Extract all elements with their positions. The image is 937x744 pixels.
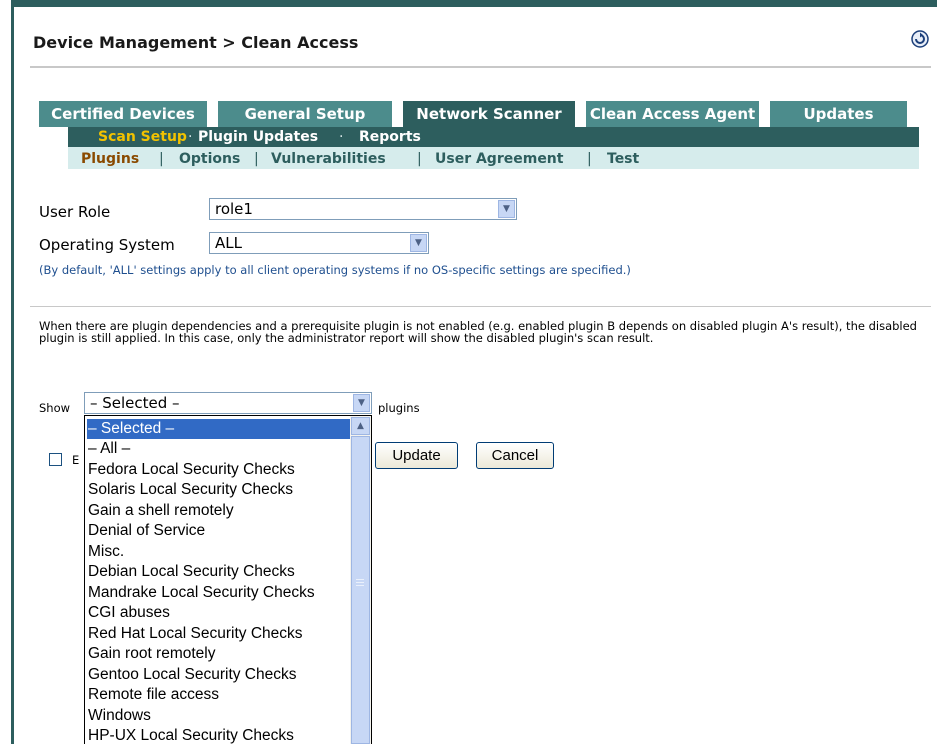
subnav-bar: Scan Setup · Plugin Updates · Reports bbox=[68, 127, 919, 147]
scrollbar-grip bbox=[356, 579, 364, 580]
plugin-filter-dropdown[interactable]: – Selected – – All – Fedora Local Securi… bbox=[84, 415, 372, 744]
tab-general-setup[interactable]: General Setup bbox=[218, 101, 392, 127]
section-divider bbox=[30, 306, 931, 307]
subsubnav-options[interactable]: Options bbox=[179, 151, 240, 167]
scroll-up-icon[interactable]: ▲ bbox=[351, 417, 370, 435]
dependency-note: When there are plugin dependencies and a… bbox=[39, 319, 917, 345]
chevron-down-icon[interactable]: ▼ bbox=[498, 200, 515, 218]
plugin-filter-select[interactable]: – Selected – ▼ bbox=[84, 392, 372, 414]
update-button[interactable]: Update bbox=[375, 442, 458, 469]
dropdown-option[interactable]: Gain root remotely bbox=[87, 644, 354, 664]
checkbox-label: E bbox=[72, 453, 80, 467]
scrollbar-grip bbox=[356, 585, 364, 586]
dropdown-option[interactable]: Debian Local Security Checks bbox=[87, 562, 354, 582]
enable-checkbox[interactable] bbox=[49, 453, 62, 466]
dropdown-option[interactable]: HP-UX Local Security Checks bbox=[87, 726, 354, 744]
subsubnav-vulnerabilities[interactable]: Vulnerabilities bbox=[271, 151, 386, 167]
subsubnav-separator: | bbox=[159, 151, 164, 167]
subnav-reports[interactable]: Reports bbox=[359, 129, 421, 145]
scrollbar-grip bbox=[356, 582, 364, 583]
page-title: Device Management > Clean Access bbox=[33, 33, 359, 52]
top-strip bbox=[14, 0, 937, 7]
left-border bbox=[11, 0, 14, 744]
dropdown-option[interactable]: Solaris Local Security Checks bbox=[87, 480, 354, 500]
subsubnav-test[interactable]: Test bbox=[607, 151, 639, 167]
tab-clean-access-agent[interactable]: Clean Access Agent bbox=[586, 101, 759, 127]
os-label: Operating System bbox=[39, 236, 175, 254]
subsubnav-separator: | bbox=[254, 151, 259, 167]
dropdown-option[interactable]: Mandrake Local Security Checks bbox=[87, 583, 354, 603]
plugin-filter-value: – Selected – bbox=[90, 394, 180, 412]
user-role-select[interactable]: role1 ▼ bbox=[209, 198, 517, 220]
dropdown-option[interactable]: Red Hat Local Security Checks bbox=[87, 624, 354, 644]
dropdown-option[interactable]: CGI abuses bbox=[87, 603, 354, 623]
subnav-plugin-updates[interactable]: Plugin Updates bbox=[198, 129, 318, 145]
tab-network-scanner[interactable]: Network Scanner bbox=[403, 101, 575, 127]
show-label: Show bbox=[39, 401, 71, 415]
os-value: ALL bbox=[215, 234, 242, 252]
chevron-down-icon[interactable]: ▼ bbox=[410, 234, 427, 252]
subnav-separator: · bbox=[339, 129, 344, 145]
left-gutter bbox=[0, 0, 11, 744]
scrollbar-thumb[interactable] bbox=[351, 436, 370, 744]
title-divider bbox=[30, 66, 931, 68]
refresh-icon[interactable] bbox=[911, 30, 929, 48]
tab-updates[interactable]: Updates bbox=[770, 101, 907, 127]
subsubnav-user-agreement[interactable]: User Agreement bbox=[435, 151, 563, 167]
chevron-down-icon[interactable]: ▼ bbox=[353, 394, 370, 412]
dropdown-option[interactable]: Remote file access bbox=[87, 685, 354, 705]
subsubnav-separator: | bbox=[417, 151, 422, 167]
subsubnav-bar: Plugins | Options | Vulnerabilities | Us… bbox=[68, 147, 919, 169]
os-select[interactable]: ALL ▼ bbox=[209, 232, 429, 254]
cancel-button[interactable]: Cancel bbox=[476, 442, 554, 469]
dropdown-option[interactable]: – Selected – bbox=[87, 419, 354, 439]
dropdown-option[interactable]: Denial of Service bbox=[87, 521, 354, 541]
subsubnav-plugins[interactable]: Plugins bbox=[81, 151, 139, 167]
user-role-value: role1 bbox=[215, 200, 253, 218]
user-role-label: User Role bbox=[39, 203, 111, 221]
os-hint: (By default, 'ALL' settings apply to all… bbox=[39, 263, 631, 277]
dropdown-option[interactable]: – All – bbox=[87, 439, 354, 459]
dropdown-option[interactable]: Windows bbox=[87, 706, 354, 726]
subnav-separator: · bbox=[188, 129, 193, 145]
dropdown-option[interactable]: Fedora Local Security Checks bbox=[87, 460, 354, 480]
dropdown-option[interactable]: Gentoo Local Security Checks bbox=[87, 665, 354, 685]
subsubnav-separator: | bbox=[587, 151, 592, 167]
dropdown-option[interactable]: Misc. bbox=[87, 542, 354, 562]
tab-certified-devices[interactable]: Certified Devices bbox=[39, 101, 207, 127]
plugins-label: plugins bbox=[378, 401, 420, 415]
dropdown-option[interactable]: Gain a shell remotely bbox=[87, 501, 354, 521]
subnav-scan-setup[interactable]: Scan Setup bbox=[98, 129, 187, 145]
